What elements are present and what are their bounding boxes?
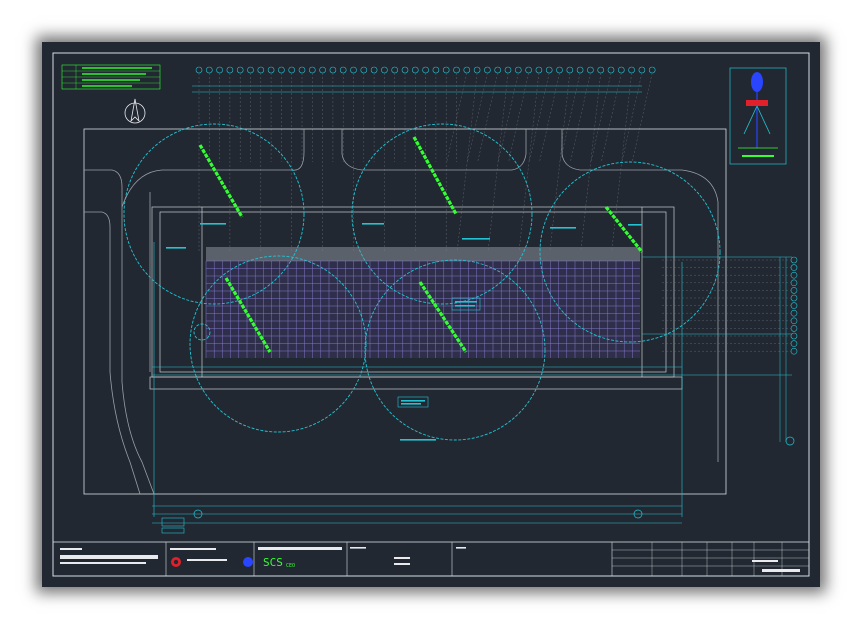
- client-logo-red-icon: [171, 557, 181, 567]
- grid-leader: [632, 72, 653, 163]
- grid-bubble: [442, 66, 450, 74]
- grid-bubble: [576, 66, 584, 74]
- grid-bubble: [545, 66, 553, 74]
- grid-bubble: [257, 66, 265, 74]
- grid-bubble: [790, 325, 798, 332]
- grid-leader: [559, 72, 581, 163]
- grid-bubble: [587, 66, 594, 74]
- grid-bubble: [360, 66, 368, 74]
- grid-bubble: [484, 66, 491, 74]
- grid-bubble: [308, 66, 316, 74]
- grid-leader: [580, 72, 601, 253]
- grid-bubble: [790, 340, 798, 347]
- grid-bubble: [790, 287, 798, 294]
- grid-leader: [467, 72, 488, 163]
- grid-bubble: [319, 66, 326, 74]
- grid-bubble: [790, 332, 798, 340]
- grid-bubble: [607, 66, 615, 74]
- solar-panel-grid: [205, 260, 640, 358]
- title-block: [52, 541, 810, 577]
- grid-bubble: [463, 66, 471, 74]
- grid-bubble: [504, 66, 512, 74]
- grid-bubble: [790, 256, 798, 264]
- grid-bubble: [370, 66, 378, 74]
- cad-drawing-sheet: SCS CEO: [42, 42, 820, 587]
- legend-box: [61, 64, 161, 90]
- client-logo-blue-icon: [243, 557, 253, 567]
- grid-bubble: [473, 66, 481, 74]
- grid-bubble: [216, 66, 223, 74]
- grid-bubble: [226, 66, 234, 74]
- grid-leader: [590, 72, 612, 163]
- grid-bubble: [790, 317, 798, 325]
- grid-bubble: [432, 66, 440, 74]
- grid-bubble: [556, 66, 563, 74]
- grid-bubble: [298, 66, 306, 74]
- grid-bubble: [288, 66, 295, 74]
- grid-bubble: [350, 66, 357, 74]
- grid-leader: [570, 72, 591, 163]
- grid-leader: [601, 72, 622, 163]
- grid-bubble: [790, 309, 798, 317]
- air-terminal-detail: [729, 67, 787, 165]
- grid-bubble: [790, 264, 798, 271]
- cad-drawing: SCS CEO: [52, 52, 810, 577]
- grid-bubble: [411, 66, 419, 74]
- grid-bubble: [514, 66, 522, 74]
- grid-leader: [477, 72, 498, 163]
- grid-bubble: [535, 66, 543, 74]
- gridline-leaders: [198, 72, 653, 253]
- grid-leader: [539, 72, 560, 163]
- grid-leader: [529, 72, 550, 163]
- grid-bubble: [617, 66, 625, 74]
- grid-bubble: [648, 66, 656, 74]
- air-terminal-label: [198, 144, 244, 218]
- grid-leader: [456, 72, 478, 253]
- company-logo-subtext: CEO: [286, 563, 295, 569]
- grid-bubble: [525, 66, 532, 74]
- grid-bubble: [638, 66, 646, 74]
- grid-bubble: [391, 66, 399, 74]
- grid-leader: [549, 72, 570, 253]
- grid-leader: [446, 72, 467, 163]
- top-grid-bubbles: [192, 66, 656, 93]
- grid-bubble: [329, 66, 337, 74]
- grid-leader: [621, 72, 643, 163]
- grid-bubble: [453, 66, 460, 74]
- grid-leader: [518, 72, 540, 253]
- grid-bubble: [790, 347, 798, 355]
- grid-bubble: [267, 66, 275, 74]
- grid-bubble: [790, 302, 798, 309]
- roof-hatch-band: [206, 247, 640, 261]
- grid-bubble: [790, 279, 798, 287]
- grid-bubble: [206, 66, 213, 74]
- grid-leader: [487, 72, 509, 253]
- grid-leader: [498, 72, 519, 163]
- grid-bubble: [566, 66, 574, 74]
- grid-bubble: [278, 66, 285, 74]
- grid-bubble: [247, 66, 254, 74]
- grid-bubble: [339, 66, 347, 74]
- grid-bubble: [401, 66, 409, 74]
- grid-bubble: [790, 294, 798, 302]
- grid-bubble: [790, 271, 798, 279]
- grid-leader: [508, 72, 529, 163]
- grid-bubble: [195, 66, 203, 74]
- grid-bubble: [494, 66, 502, 74]
- grid-bubble: [381, 66, 388, 74]
- grid-bubble: [236, 66, 244, 74]
- company-logo-text: SCS: [263, 556, 283, 569]
- north-arrow-icon: [124, 98, 146, 124]
- grid-bubble: [597, 66, 605, 74]
- grid-bubble: [628, 66, 635, 74]
- air-terminal-label: [604, 206, 644, 253]
- grid-bubble: [422, 66, 429, 74]
